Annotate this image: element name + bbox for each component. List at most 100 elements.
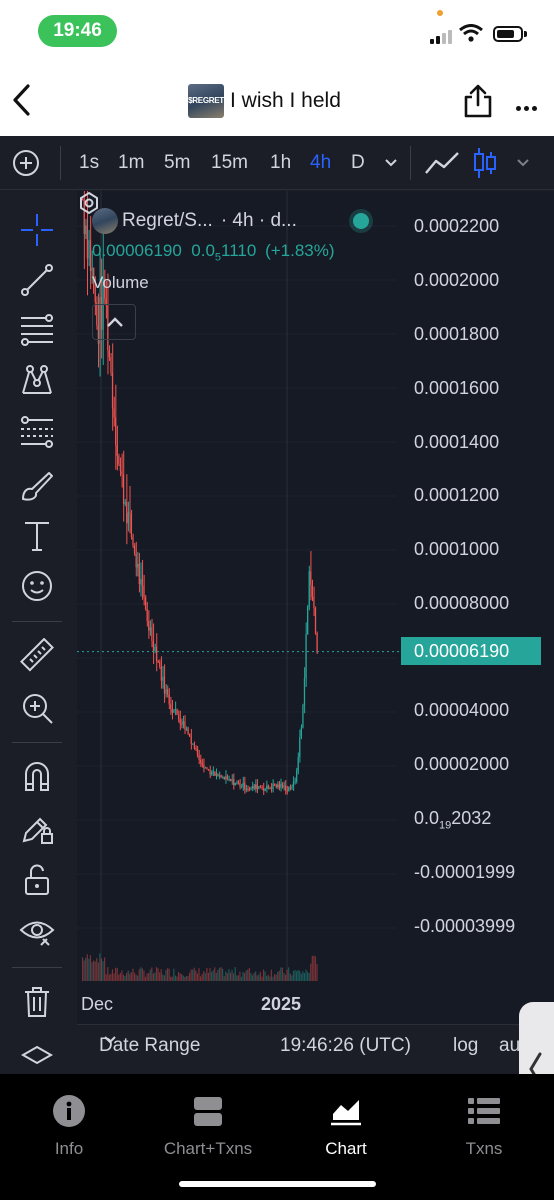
interval-d[interactable]: D (351, 136, 365, 190)
interval-1h[interactable]: 1h (270, 136, 291, 190)
candle-body (155, 646, 158, 662)
candle-body (245, 788, 247, 790)
measure-tool[interactable] (14, 633, 60, 679)
candle-body (256, 784, 258, 790)
text-tool[interactable] (14, 513, 60, 559)
volume-bar (132, 968, 134, 981)
candle-body (91, 267, 93, 271)
candle-body (222, 777, 224, 779)
candle-body (281, 783, 283, 788)
visibility-tool[interactable] (14, 909, 60, 955)
volume-bar (162, 974, 164, 981)
volume-bar (229, 972, 232, 981)
emoji-tool[interactable] (14, 563, 60, 609)
pattern-tool[interactable] (14, 357, 60, 403)
volume-bar (163, 975, 165, 981)
volume-bar (102, 961, 104, 981)
volume-bar (141, 968, 143, 981)
drawing-tools-panel: ‹ (0, 191, 77, 1195)
ruler-icon (20, 638, 54, 672)
price-chart[interactable]: Regret/S... · 4h · d... 0.00006190 0.051… (77, 191, 554, 1074)
candle-body (259, 786, 261, 788)
delete-tool[interactable] (14, 979, 60, 1025)
unlock-tool[interactable] (14, 857, 60, 903)
volume-bar (174, 975, 176, 981)
zoom-in-icon (23, 694, 53, 724)
candle-body (122, 474, 125, 504)
volume-bar (256, 975, 258, 981)
fib-tool[interactable] (14, 307, 60, 353)
volume-bar (196, 973, 199, 981)
volume-bar (308, 973, 310, 981)
candle-body (273, 783, 276, 786)
tab-chart-txns[interactable]: Chart+Txns (148, 1094, 268, 1159)
tab-txns[interactable]: Txns (424, 1094, 544, 1159)
crosshair-icon (21, 214, 53, 246)
magnet-tool[interactable] (14, 754, 60, 800)
interval-1m[interactable]: 1m (118, 136, 144, 190)
prediction-tool[interactable] (14, 409, 60, 455)
candle-body (185, 728, 188, 730)
volume-bar (236, 975, 238, 981)
candle-body (255, 784, 257, 789)
chart-type-dropdown-icon[interactable] (516, 158, 530, 168)
candle-body (234, 783, 236, 786)
layers-tool[interactable] (14, 1043, 60, 1073)
collapse-legend-button[interactable] (92, 304, 136, 340)
interval-15m[interactable]: 15m (211, 136, 248, 190)
add-indicator-icon[interactable] (12, 149, 40, 177)
tab-info[interactable]: Info (9, 1094, 129, 1159)
candle-body (204, 767, 206, 769)
candle-body (266, 785, 268, 789)
volume-bar (231, 969, 233, 981)
candle-body (149, 627, 151, 631)
volume-bar (166, 968, 169, 981)
volume-bar (198, 968, 200, 981)
volume-bar (262, 969, 265, 981)
volume-bar (253, 972, 255, 981)
tools-divider (12, 621, 62, 622)
crosshair-tool[interactable] (14, 207, 60, 253)
volume-bar (251, 975, 254, 981)
volume-bar (105, 974, 107, 981)
last-price: 0.00006190 (92, 241, 182, 260)
candlestick-icon[interactable] (472, 146, 498, 180)
candle-body (278, 784, 280, 788)
interval-1s[interactable]: 1s (79, 136, 99, 190)
volume-bar (267, 974, 269, 981)
volume-bar (305, 969, 307, 981)
volume-bar (248, 967, 250, 981)
back-icon[interactable] (8, 82, 38, 118)
volume-bar (171, 976, 173, 981)
line-chart-icon[interactable] (424, 149, 460, 177)
auto-scale-toggle[interactable]: au (499, 1035, 520, 1057)
more-options-icon[interactable] (516, 98, 540, 116)
volume-bar (127, 970, 129, 981)
candle-body (206, 767, 208, 770)
brush-tool[interactable] (14, 463, 60, 509)
live-status-dot (353, 213, 369, 229)
candle-body (168, 694, 170, 705)
candle-body (269, 787, 271, 789)
log-scale-toggle[interactable]: log (453, 1035, 478, 1057)
volume-bar (173, 968, 175, 981)
candle-body (226, 776, 228, 779)
volume-bar (155, 967, 158, 981)
volume-bar (184, 976, 186, 981)
tab-chart[interactable]: Chart (286, 1094, 406, 1159)
volume-bar (122, 974, 125, 981)
pattern-icon (22, 365, 52, 394)
share-icon[interactable] (462, 84, 494, 118)
split-view-icon (194, 1097, 222, 1126)
interval-dropdown-icon[interactable] (384, 158, 398, 168)
zoom-tool[interactable] (14, 685, 60, 731)
trend-line-tool[interactable] (14, 257, 60, 303)
candle-body (157, 661, 159, 663)
date-range-button[interactable]: Date Range (99, 1035, 200, 1057)
axis-settings-icon[interactable] (77, 191, 101, 215)
interval-4h[interactable]: 4h (310, 136, 331, 190)
volume-bar (148, 973, 150, 981)
interval-5m[interactable]: 5m (164, 136, 190, 190)
lock-drawing-tool[interactable] (14, 805, 60, 851)
candle-body (214, 771, 216, 776)
